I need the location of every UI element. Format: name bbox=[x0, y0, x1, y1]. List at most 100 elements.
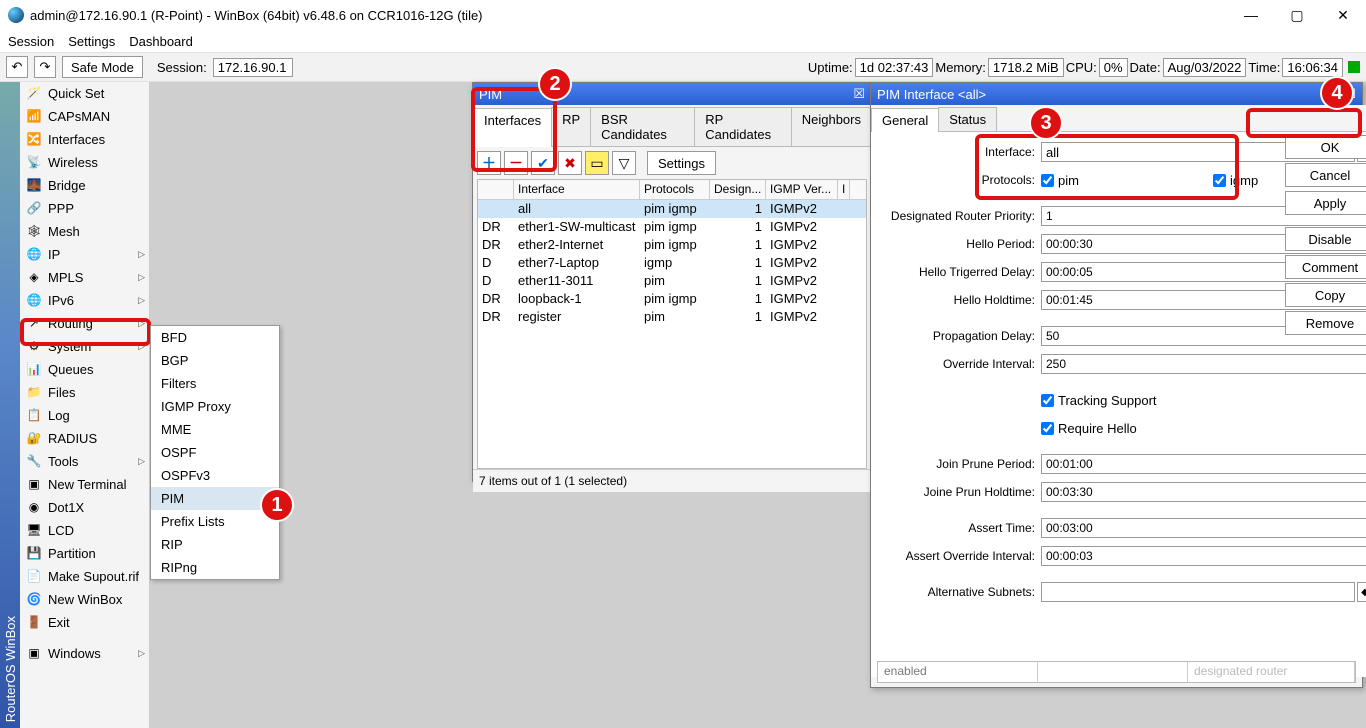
minimize-button[interactable]: — bbox=[1228, 0, 1274, 30]
filter-button[interactable]: ▽ bbox=[612, 151, 636, 175]
submenu-item-prefix-lists[interactable]: Prefix Lists bbox=[151, 510, 279, 533]
col-header[interactable]: Protocols bbox=[640, 180, 710, 199]
sidebar-item-partition[interactable]: 💾Partition bbox=[20, 542, 149, 565]
copy-button[interactable]: Copy bbox=[1285, 283, 1366, 307]
sidebar-item-ipv6[interactable]: 🌐IPv6▷ bbox=[20, 289, 149, 312]
menu-session[interactable]: Session bbox=[8, 34, 54, 49]
tab-interfaces[interactable]: Interfaces bbox=[473, 108, 552, 147]
table-row[interactable]: DRether2-Internetpim igmp1IGMPv2 bbox=[478, 236, 866, 254]
submenu-item-ospfv3[interactable]: OSPFv3 bbox=[151, 464, 279, 487]
sidebar-item-system[interactable]: ⚙System▷ bbox=[20, 335, 149, 358]
sidebar-item-interfaces[interactable]: 🔀Interfaces bbox=[20, 128, 149, 151]
remove-button[interactable]: － bbox=[504, 151, 528, 175]
assert-override-input[interactable] bbox=[1041, 546, 1366, 566]
sidebar-label: Partition bbox=[48, 546, 96, 561]
comment-button[interactable]: Comment bbox=[1285, 255, 1366, 279]
sidebar-item-ip[interactable]: 🌐IP▷ bbox=[20, 243, 149, 266]
sidebar-item-new-terminal[interactable]: ▣New Terminal bbox=[20, 473, 149, 496]
alt-subnets-input[interactable] bbox=[1041, 582, 1355, 602]
time-value: 16:06:34 bbox=[1282, 58, 1343, 77]
col-header[interactable] bbox=[478, 180, 514, 199]
submenu-item-mme[interactable]: MME bbox=[151, 418, 279, 441]
chevron-right-icon: ▷ bbox=[138, 318, 145, 329]
table-row[interactable]: allpim igmp1IGMPv2 bbox=[478, 200, 866, 218]
tab-neighbors[interactable]: Neighbors bbox=[791, 107, 872, 146]
pim-window-title[interactable]: PIM☒ bbox=[473, 83, 871, 105]
submenu-item-rip[interactable]: RIP bbox=[151, 533, 279, 556]
assert-time-label: Assert Time: bbox=[881, 521, 1041, 535]
sidebar-item-queues[interactable]: 📊Queues bbox=[20, 358, 149, 381]
session-value[interactable]: 172.16.90.1 bbox=[213, 58, 293, 77]
add-button[interactable]: ＋ bbox=[477, 151, 501, 175]
pim-interface-grid[interactable]: InterfaceProtocolsDesign...IGMP Ver...I … bbox=[477, 179, 867, 469]
close-icon[interactable]: ☒ bbox=[853, 86, 865, 102]
tab-rp-candidates[interactable]: RP Candidates bbox=[694, 107, 791, 146]
pim-interface-title[interactable]: PIM Interface <all>☒ bbox=[871, 83, 1362, 105]
tab-rp[interactable]: RP bbox=[551, 107, 591, 146]
alt-subnets-stepper[interactable]: ◆ bbox=[1357, 582, 1366, 602]
sidebar-icon: 🪄 bbox=[26, 86, 42, 102]
proto-pim-checkbox[interactable]: pim bbox=[1041, 173, 1201, 188]
tracking-support-checkbox[interactable]: Tracking Support bbox=[1041, 393, 1201, 408]
maximize-button[interactable]: ▢ bbox=[1274, 0, 1320, 30]
sidebar-item-lcd[interactable]: 🖥LCD bbox=[20, 519, 149, 542]
sidebar-item-radius[interactable]: 🔐RADIUS bbox=[20, 427, 149, 450]
submenu-item-filters[interactable]: Filters bbox=[151, 372, 279, 395]
cancel-button[interactable]: Cancel bbox=[1285, 163, 1366, 187]
sidebar-item-quick-set[interactable]: 🪄Quick Set bbox=[20, 82, 149, 105]
col-header[interactable]: IGMP Ver... bbox=[766, 180, 838, 199]
sidebar-item-tools[interactable]: 🔧Tools▷ bbox=[20, 450, 149, 473]
menu-settings[interactable]: Settings bbox=[68, 34, 115, 49]
comment-button[interactable]: ▭ bbox=[585, 151, 609, 175]
disable-button[interactable]: ✖ bbox=[558, 151, 582, 175]
sidebar-item-mpls[interactable]: ◈MPLS▷ bbox=[20, 266, 149, 289]
submenu-item-ripng[interactable]: RIPng bbox=[151, 556, 279, 579]
tab-status[interactable]: Status bbox=[938, 107, 997, 131]
table-row[interactable]: Dether11-3011pim1IGMPv2 bbox=[478, 272, 866, 290]
table-row[interactable]: DRregisterpim1IGMPv2 bbox=[478, 308, 866, 326]
sidebar-item-dot1x[interactable]: ◉Dot1X bbox=[20, 496, 149, 519]
submenu-item-igmp-proxy[interactable]: IGMP Proxy bbox=[151, 395, 279, 418]
override-interval-input[interactable] bbox=[1041, 354, 1366, 374]
redo-button[interactable]: ↷ bbox=[34, 56, 56, 78]
join-prune-holdtime-input[interactable] bbox=[1041, 482, 1366, 502]
remove-button[interactable]: Remove bbox=[1285, 311, 1366, 335]
interface-label: Interface: bbox=[881, 145, 1041, 159]
menu-dashboard[interactable]: Dashboard bbox=[129, 34, 193, 49]
sidebar-item-bridge[interactable]: 🌉Bridge bbox=[20, 174, 149, 197]
sidebar-item-make-supout.rif[interactable]: 📄Make Supout.rif bbox=[20, 565, 149, 588]
close-button[interactable]: ✕ bbox=[1320, 0, 1366, 30]
assert-time-input[interactable] bbox=[1041, 518, 1366, 538]
apply-button[interactable]: Apply bbox=[1285, 191, 1366, 215]
tab-bsr-candidates[interactable]: BSR Candidates bbox=[590, 107, 695, 146]
sidebar-item-routing[interactable]: ↗Routing▷ bbox=[20, 312, 149, 335]
safe-mode-button[interactable]: Safe Mode bbox=[62, 56, 143, 78]
require-hello-checkbox[interactable]: Require Hello bbox=[1041, 421, 1201, 436]
col-header[interactable]: Interface bbox=[514, 180, 640, 199]
settings-button[interactable]: Settings bbox=[647, 151, 716, 175]
sidebar-item-ppp[interactable]: 🔗PPP bbox=[20, 197, 149, 220]
enable-button[interactable]: ✔ bbox=[531, 151, 555, 175]
vertical-brand: RouterOS WinBox bbox=[0, 82, 20, 728]
table-row[interactable]: Dether7-Laptopigmp1IGMPv2 bbox=[478, 254, 866, 272]
submenu-item-bfd[interactable]: BFD bbox=[151, 326, 279, 349]
sidebar-item-exit[interactable]: 🚪Exit bbox=[20, 611, 149, 634]
col-header[interactable]: Design... bbox=[710, 180, 766, 199]
sidebar-item-mesh[interactable]: 🕸Mesh bbox=[20, 220, 149, 243]
ok-button[interactable]: OK bbox=[1285, 135, 1366, 159]
sidebar-item-new-winbox[interactable]: 🌀New WinBox bbox=[20, 588, 149, 611]
sidebar-item-wireless[interactable]: 📡Wireless bbox=[20, 151, 149, 174]
disable-button[interactable]: Disable bbox=[1285, 227, 1366, 251]
sidebar-item-windows[interactable]: ▣Windows▷ bbox=[20, 642, 149, 665]
sidebar-item-log[interactable]: 📋Log bbox=[20, 404, 149, 427]
col-header[interactable]: I bbox=[838, 180, 850, 199]
submenu-item-bgp[interactable]: BGP bbox=[151, 349, 279, 372]
undo-button[interactable]: ↶ bbox=[6, 56, 28, 78]
table-row[interactable]: DRether1-SW-multicastpim igmp1IGMPv2 bbox=[478, 218, 866, 236]
table-row[interactable]: DRloopback-1pim igmp1IGMPv2 bbox=[478, 290, 866, 308]
join-prune-period-input[interactable] bbox=[1041, 454, 1366, 474]
tab-general[interactable]: General bbox=[871, 108, 939, 132]
sidebar-item-files[interactable]: 📁Files bbox=[20, 381, 149, 404]
sidebar-item-capsman[interactable]: 📶CAPsMAN bbox=[20, 105, 149, 128]
submenu-item-ospf[interactable]: OSPF bbox=[151, 441, 279, 464]
